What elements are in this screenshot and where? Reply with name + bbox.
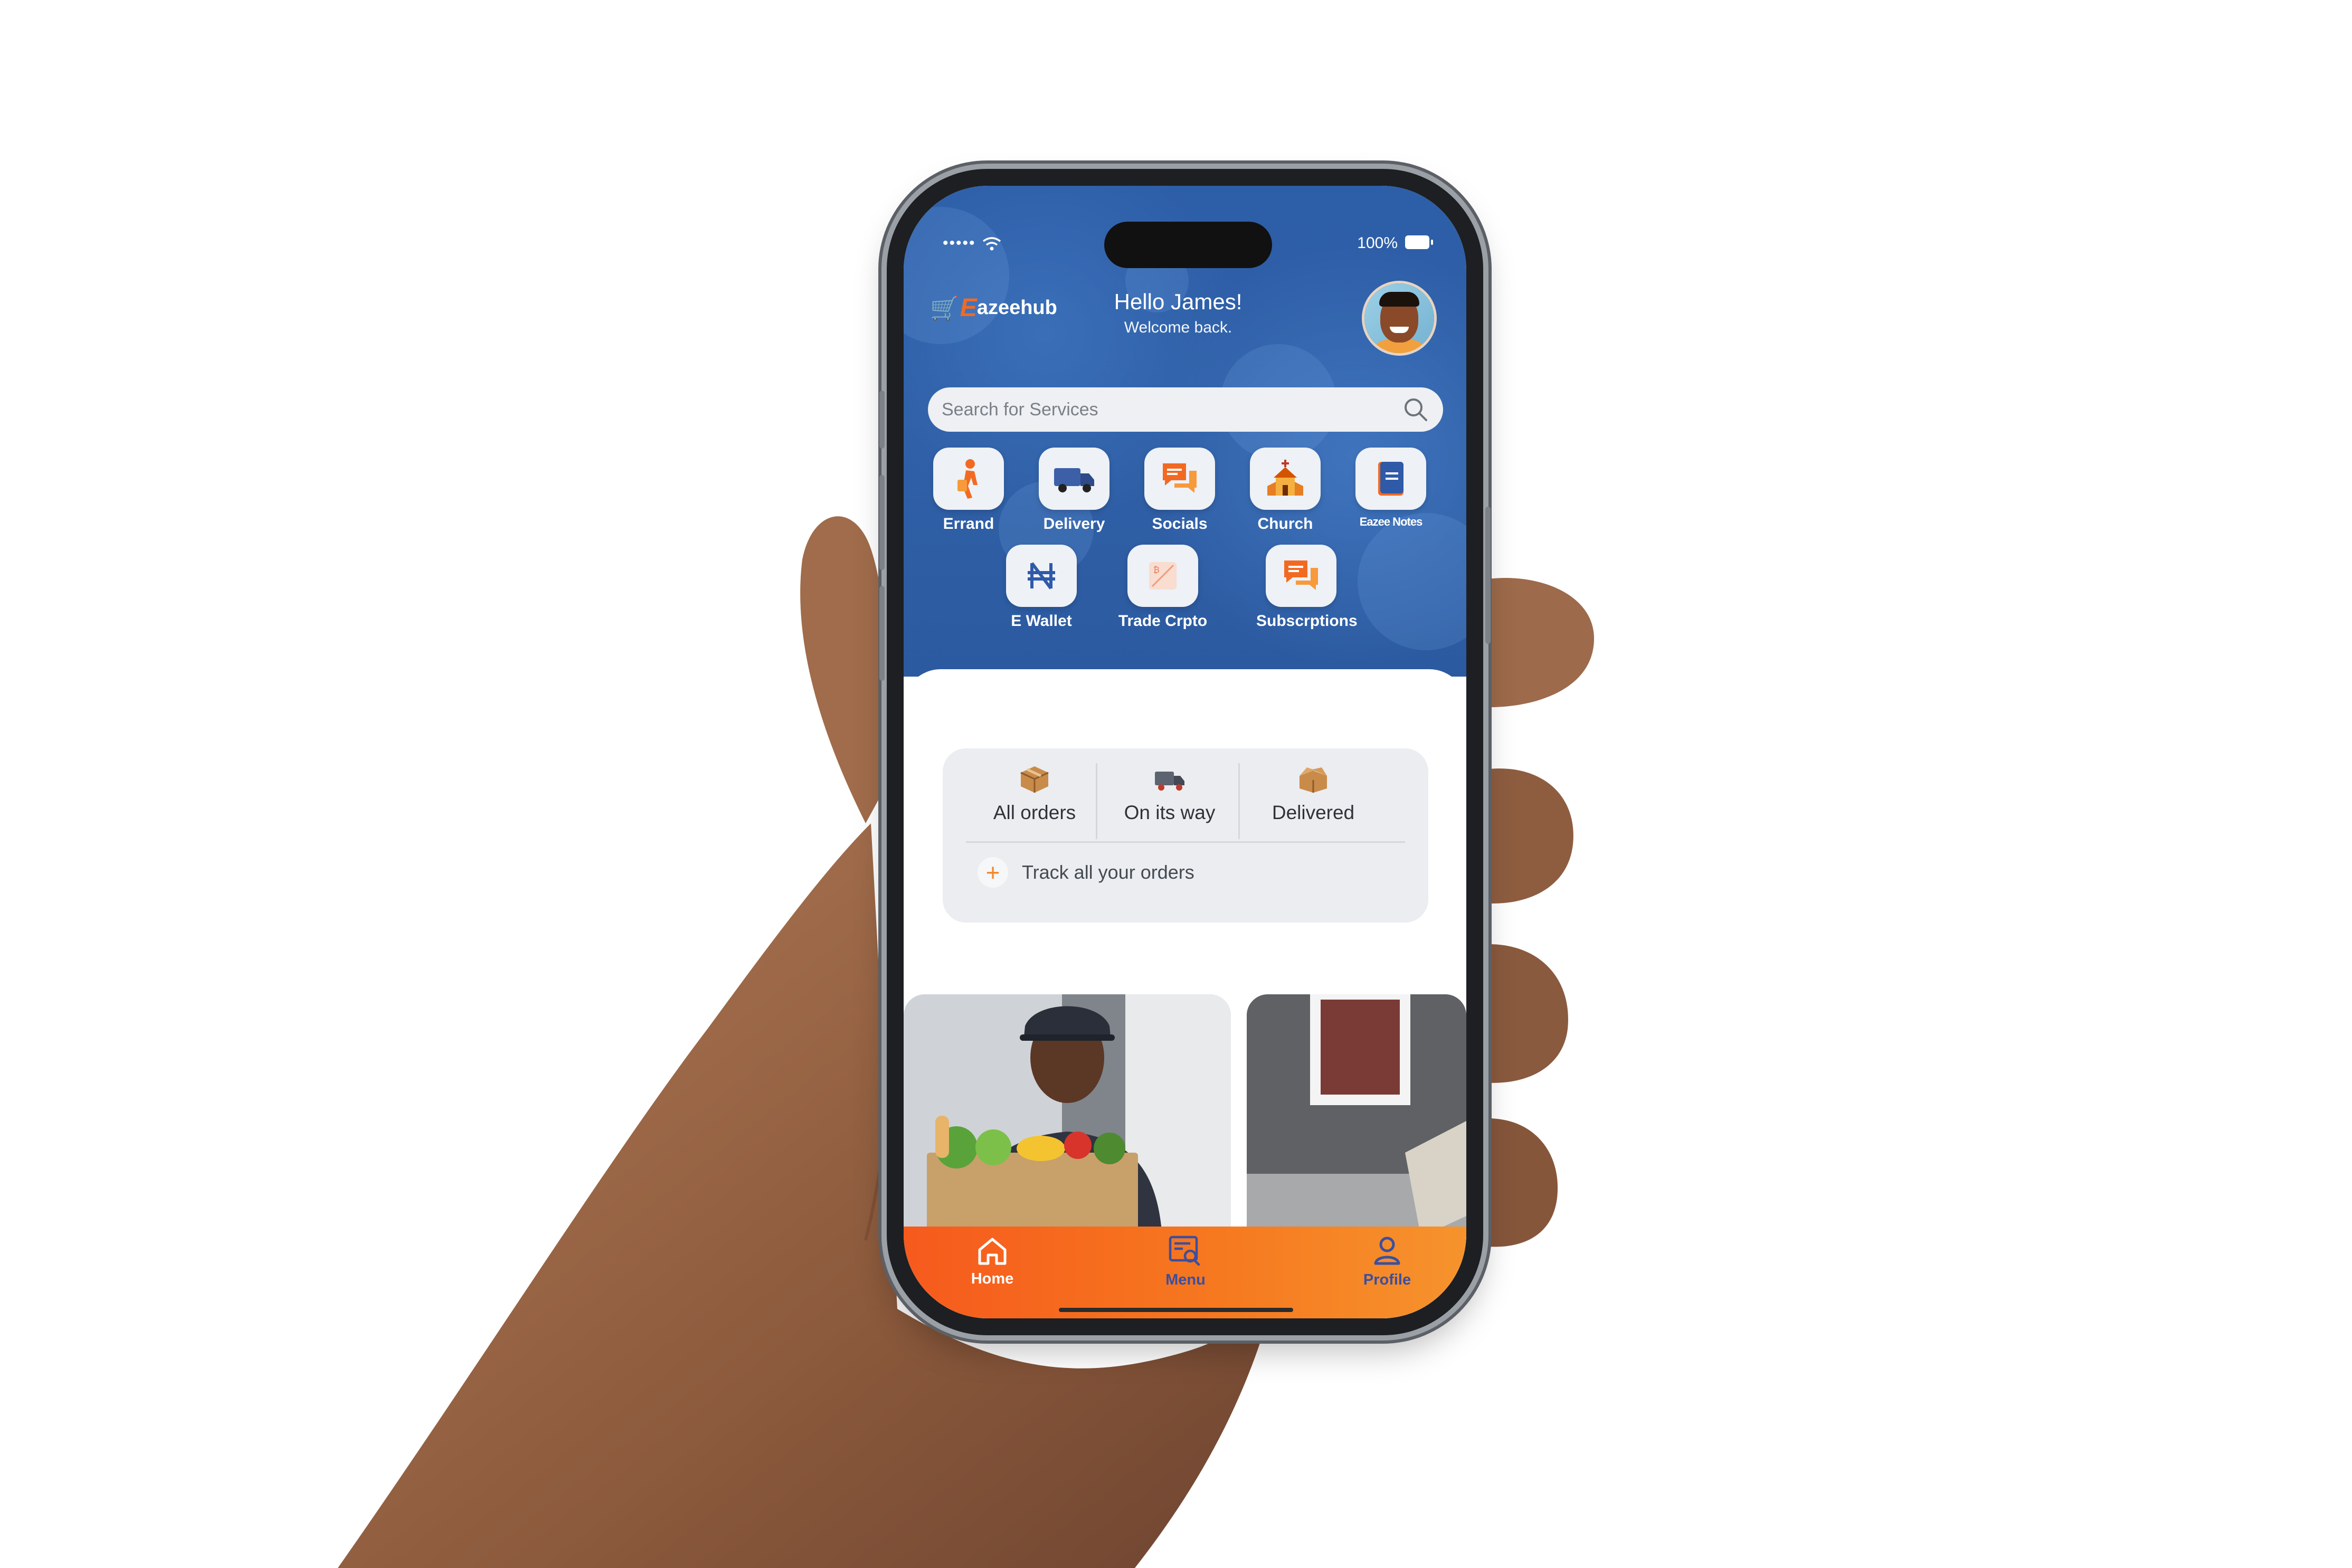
home-icon: [978, 1238, 1007, 1265]
service-label: Trade Crpto: [1118, 612, 1208, 630]
tab-label: Delivered: [1272, 802, 1355, 823]
service-eazee-notes[interactable]: Eazee Notes: [1346, 448, 1436, 529]
open-package-icon: [1300, 767, 1327, 793]
church-icon: [1250, 448, 1321, 510]
cart-icon: 🛒: [930, 295, 959, 321]
phone-frame: ••••• 100% 🛒 E azeehub Hello James! Welc…: [879, 169, 1491, 1335]
plus-icon: +: [978, 857, 1008, 888]
tab-all-orders[interactable]: All orders: [966, 764, 1103, 824]
walking-person-icon: [933, 448, 1004, 510]
dynamic-island: [1104, 222, 1272, 268]
nav-menu[interactable]: Menu: [1138, 1235, 1233, 1289]
crypto-icon: ₿: [1127, 545, 1198, 607]
silent-switch: [879, 391, 885, 449]
service-label: Errand: [943, 515, 994, 533]
tab-label: All orders: [993, 802, 1076, 823]
app-screen: ••••• 100% 🛒 E azeehub Hello James! Welc…: [904, 186, 1466, 1318]
delivery-truck-icon: [1039, 448, 1109, 510]
service-label: Subscrptions: [1256, 612, 1358, 630]
home-indicator[interactable]: [1059, 1308, 1293, 1312]
search-placeholder: Search for Services: [942, 399, 1098, 420]
wifi-icon: [982, 237, 1001, 251]
search-icon[interactable]: [1402, 396, 1429, 423]
svg-text:₿: ₿: [1153, 565, 1160, 575]
volume-up-button: [879, 475, 885, 570]
signal-dots: •••••: [943, 234, 976, 252]
orders-card: All orders On its way Delivered + Track …: [943, 748, 1428, 923]
promo-image-delivery-man[interactable]: [904, 994, 1231, 1237]
chat-bubbles-icon: [1266, 545, 1336, 607]
nav-home[interactable]: Home: [945, 1235, 1040, 1288]
service-label: Delivery: [1043, 515, 1105, 533]
service-errand[interactable]: Errand: [924, 448, 1013, 533]
service-trade-crypto[interactable]: ₿ Trade Crpto: [1118, 545, 1208, 630]
avatar[interactable]: [1362, 281, 1437, 356]
greeting-subtitle: Welcome back.: [1124, 319, 1232, 336]
app-logo: 🛒 E azeehub: [930, 293, 1057, 322]
package-icon: [1020, 766, 1049, 793]
track-label: Track all your orders: [1022, 861, 1194, 883]
notes-icon: [1355, 448, 1426, 510]
nav-label: Profile: [1363, 1271, 1411, 1288]
nav-profile[interactable]: Profile: [1340, 1235, 1435, 1289]
truck-icon: [1155, 772, 1184, 791]
nav-label: Home: [971, 1270, 1014, 1287]
service-label: Church: [1257, 515, 1313, 533]
tab-on-its-way[interactable]: On its way: [1101, 764, 1238, 824]
battery-icon: [1405, 235, 1433, 249]
logo-prefix: E: [960, 294, 977, 322]
menu-search-icon: [1169, 1236, 1200, 1266]
nav-label: Menu: [1165, 1271, 1206, 1288]
tab-label: On its way: [1124, 802, 1216, 823]
promo-image-doorway[interactable]: [1247, 994, 1466, 1237]
greeting-block: Hello James! Welcome back.: [1078, 289, 1278, 337]
service-e-wallet[interactable]: E Wallet: [997, 545, 1086, 630]
service-delivery[interactable]: Delivery: [1029, 448, 1119, 533]
battery-percent: 100%: [1357, 234, 1398, 252]
naira-icon: [1006, 545, 1077, 607]
tab-delivered[interactable]: Delivered: [1245, 764, 1382, 824]
bottom-nav: Home Menu Profile: [904, 1227, 1466, 1318]
status-signal: •••••: [943, 234, 1002, 252]
track-orders-link[interactable]: + Track all your orders: [978, 857, 1194, 888]
greeting-title: Hello James!: [1114, 289, 1243, 314]
service-label: Socials: [1152, 515, 1208, 533]
chat-bubbles-icon: [1144, 448, 1215, 510]
volume-down-button: [879, 586, 885, 681]
service-label: E Wallet: [1011, 612, 1072, 630]
service-subscriptions[interactable]: Subscrptions: [1256, 545, 1358, 630]
service-socials[interactable]: Socials: [1135, 448, 1225, 533]
logo-text: azeehub: [976, 297, 1057, 319]
service-church[interactable]: Church: [1240, 448, 1330, 533]
service-label: Eazee Notes: [1359, 515, 1423, 528]
power-button: [1485, 507, 1491, 644]
person-icon: [1374, 1237, 1400, 1265]
search-input[interactable]: Search for Services: [928, 387, 1443, 432]
